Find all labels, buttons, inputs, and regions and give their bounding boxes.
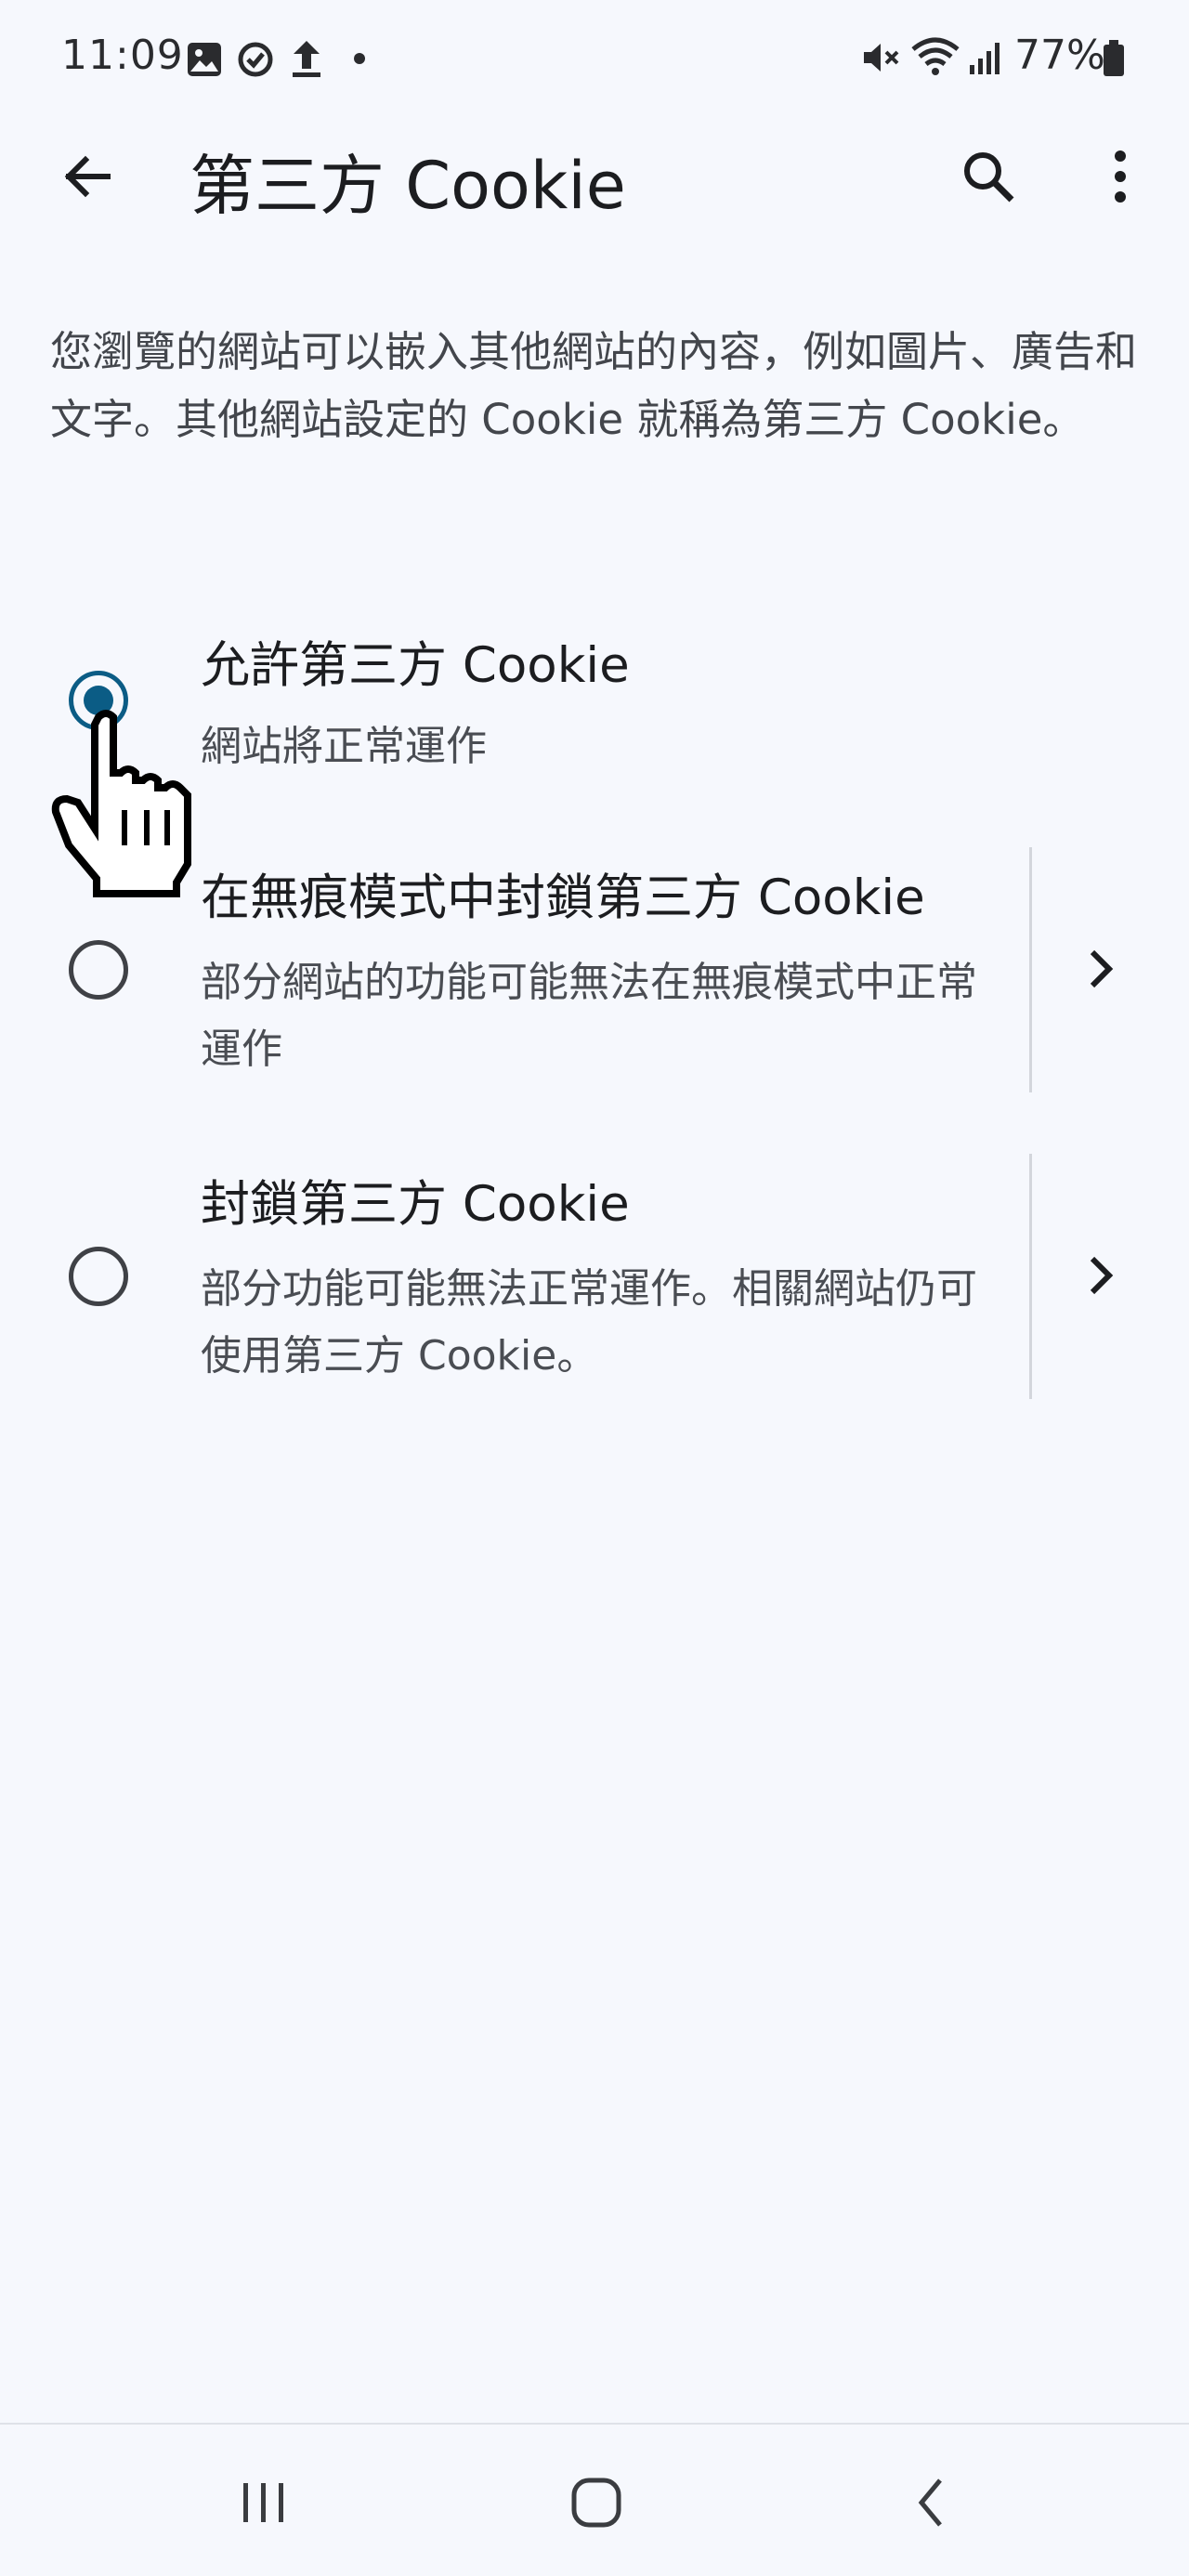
option-title: 在無痕模式中封鎖第三方 Cookie bbox=[201, 870, 925, 926]
app-bar: 第三方 Cookie bbox=[0, 121, 1189, 232]
wifi-icon bbox=[911, 37, 960, 75]
signal-icon bbox=[970, 43, 1000, 74]
description-text: 您瀏覽的網站可以嵌入其他網站的內容，例如圖片、廣告和文字。其他網站設定的 Coo… bbox=[50, 327, 1138, 444]
option-subtitle: 部分功能可能無法正常運作。相關網站仍可使用第三方 Cookie。 bbox=[201, 1265, 977, 1380]
search-icon bbox=[964, 152, 1014, 203]
home-button[interactable] bbox=[550, 2465, 643, 2540]
home-icon bbox=[571, 2478, 621, 2528]
divider bbox=[1029, 1154, 1032, 1399]
chevron-right-icon bbox=[1090, 949, 1114, 988]
option-title: 允許第三方 Cookie bbox=[201, 637, 630, 694]
status-time: 11:09 bbox=[61, 32, 184, 79]
dot-icon bbox=[354, 53, 365, 64]
details-button-block-third-party[interactable] bbox=[1068, 1243, 1133, 1308]
chevron-right-icon bbox=[1090, 1256, 1114, 1295]
option-subtitle: 部分網站的功能可能無法在無痕模式中正常運作 bbox=[201, 959, 977, 1073]
arrow-left-icon bbox=[64, 155, 111, 198]
status-bar: 11:09 77% bbox=[0, 0, 1189, 121]
hand-pointer-cursor-icon bbox=[51, 710, 191, 897]
back-button[interactable] bbox=[48, 137, 126, 216]
recents-button[interactable] bbox=[217, 2465, 310, 2540]
more-vert-icon bbox=[1115, 150, 1126, 203]
battery-percent: 77% bbox=[1014, 32, 1105, 79]
nav-back-button[interactable] bbox=[884, 2465, 977, 2540]
recents-icon bbox=[243, 2483, 283, 2522]
nav-back-icon bbox=[918, 2478, 942, 2527]
page-title: 第三方 Cookie bbox=[189, 148, 626, 224]
battery-icon bbox=[1104, 40, 1124, 76]
search-button[interactable] bbox=[949, 137, 1027, 216]
sync-icon bbox=[238, 42, 273, 77]
details-button-block-incognito[interactable] bbox=[1068, 936, 1133, 1001]
option-block-third-party[interactable]: 封鎖第三方 Cookie 部分功能可能無法正常運作。相關網站仍可使用第三方 Co… bbox=[0, 1152, 1189, 1403]
divider bbox=[1029, 847, 1032, 1092]
more-options-button[interactable] bbox=[1081, 137, 1159, 216]
upload-icon bbox=[293, 41, 320, 77]
mute-icon bbox=[864, 44, 899, 72]
option-subtitle: 網站將正常運作 bbox=[201, 723, 487, 770]
gallery-icon bbox=[188, 43, 221, 76]
radio-block-third-party[interactable] bbox=[69, 1247, 128, 1306]
option-title: 封鎖第三方 Cookie bbox=[201, 1176, 630, 1233]
navigation-bar bbox=[0, 2423, 1189, 2576]
radio-block-incognito[interactable] bbox=[69, 940, 128, 1000]
